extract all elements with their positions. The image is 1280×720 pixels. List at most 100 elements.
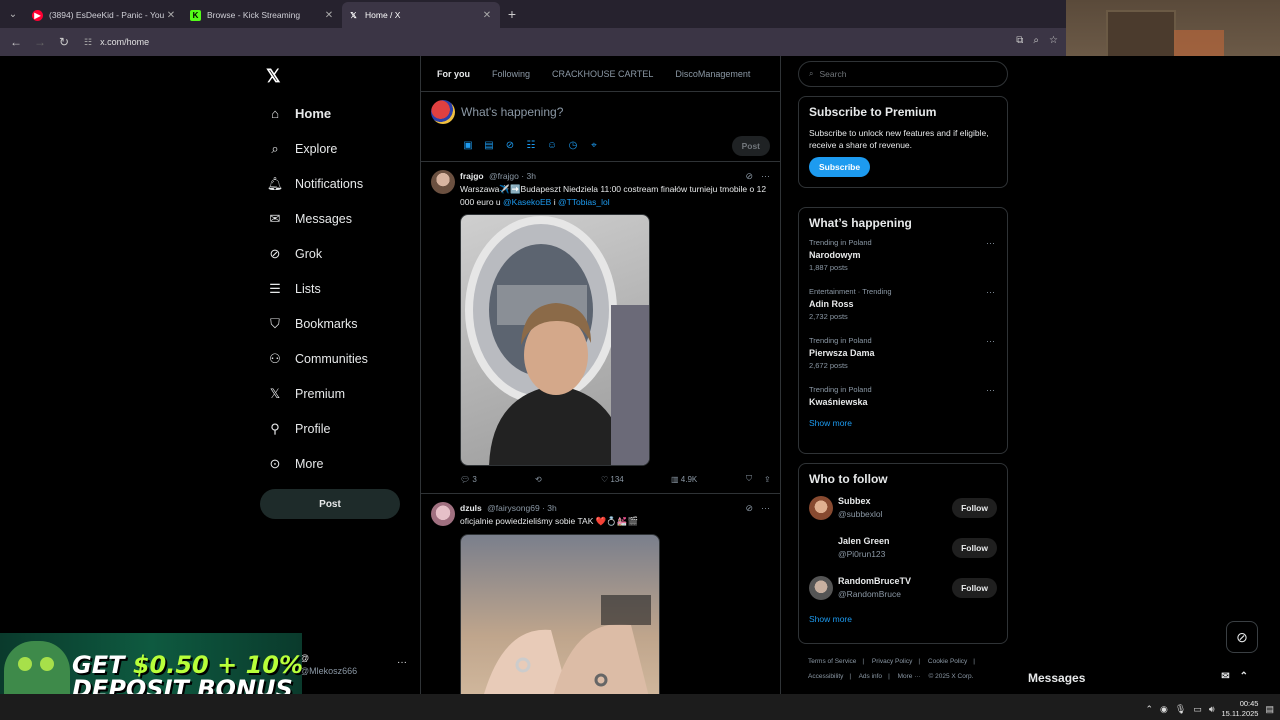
clock[interactable]: 00:45 15.11.2025	[1222, 699, 1259, 719]
close-tab-icon[interactable]: ✕	[322, 10, 336, 21]
trend-item[interactable]: Trending in Poland Pierwsza Dama 2,672 p…	[809, 336, 997, 385]
notifications-icon[interactable]: ▤	[1265, 704, 1274, 715]
compose-post-button[interactable]: Post	[731, 136, 770, 156]
tab-discomanagement[interactable]: DiscoManagement	[675, 69, 750, 79]
views-button[interactable]: ▥ 4.9K	[671, 475, 746, 484]
tweet-time[interactable]: · 3h	[521, 171, 536, 181]
close-tab-icon[interactable]: ✕	[480, 10, 494, 21]
show-more-link[interactable]: Show more	[809, 418, 997, 428]
compose-input[interactable]: What's happening?	[461, 105, 563, 119]
back-arrow-icon[interactable]: ←	[4, 35, 28, 49]
more-icon[interactable]: ···	[986, 238, 995, 248]
forward-arrow-icon[interactable]: →	[28, 35, 52, 49]
tab-crackhouse-cartel[interactable]: CRACKHOUSE CARTEL	[552, 69, 653, 79]
discord-icon[interactable]: ◉	[1160, 704, 1168, 715]
url-field[interactable]: ☷ x.com/home	[84, 37, 149, 48]
follow-suggestion[interactable]: RandomBruceTV @RandomBruce Follow	[809, 574, 997, 614]
install-app-icon[interactable]: ⧉	[1016, 35, 1023, 46]
subscribe-button[interactable]: Subscribe	[809, 157, 871, 177]
account-more-icon[interactable]: ···	[397, 657, 407, 668]
footer-link[interactable]: Cookie Policy	[928, 658, 967, 665]
emoji-icon[interactable]: ☺	[545, 140, 559, 151]
repost-button[interactable]: ⟲	[535, 475, 601, 484]
footer-link[interactable]: More ···	[898, 673, 921, 680]
footer-link[interactable]: Ads info	[859, 673, 883, 680]
grok-icon[interactable]: ⊘	[745, 503, 753, 514]
location-icon[interactable]: ⌖	[587, 140, 601, 151]
avatar[interactable]	[431, 502, 455, 526]
site-info-icon[interactable]: ☷	[84, 37, 92, 48]
nav-item-grok[interactable]: ⊘ Grok	[266, 236, 368, 271]
chevron-up-icon[interactable]: ⌃	[1145, 704, 1153, 715]
tweet-author-handle[interactable]: @frajgo	[489, 171, 519, 181]
more-icon[interactable]: ···	[986, 287, 995, 297]
close-tab-icon[interactable]: ✕	[164, 10, 178, 21]
more-icon[interactable]: ···	[986, 385, 995, 395]
post-button[interactable]: Post	[260, 489, 400, 519]
nav-item-profile[interactable]: ⚲ Profile	[266, 411, 368, 446]
nav-item-bookmarks[interactable]: ⛉ Bookmarks	[266, 306, 368, 341]
nav-item-messages[interactable]: ✉ Messages	[266, 201, 368, 236]
avatar[interactable]	[809, 496, 833, 520]
browser-tab-kick[interactable]: K Browse - Kick Streaming ✕	[184, 2, 342, 28]
bookmark-icon[interactable]: ⛉	[746, 474, 764, 484]
tweet-photo[interactable]	[460, 214, 650, 466]
grok-icon[interactable]: ⊘	[745, 171, 753, 182]
more-icon[interactable]: ···	[761, 171, 770, 182]
share-icon[interactable]: ⇪	[764, 475, 771, 484]
trend-item[interactable]: Trending in Poland Kwaśniewska ···	[809, 385, 997, 418]
mention-link[interactable]: @KasekoEB	[503, 197, 551, 207]
follow-button[interactable]: Follow	[952, 498, 997, 518]
follow-suggestion[interactable]: Jalen Green @Pi0run123 Follow	[809, 534, 997, 574]
footer-link[interactable]: Privacy Policy	[872, 658, 912, 665]
tab-for-you[interactable]: For you	[421, 69, 470, 79]
follow-button[interactable]: Follow	[952, 538, 997, 558]
mention-link[interactable]: @TTobias_lol	[558, 197, 610, 207]
nav-item-home[interactable]: ⌂ Home	[266, 96, 368, 131]
follow-suggestion[interactable]: Subbex @subbexlol Follow	[809, 494, 997, 534]
x-logo-icon[interactable]: 𝕏	[266, 66, 281, 87]
poll-icon[interactable]: ☷	[524, 140, 538, 151]
nav-item-explore[interactable]: ⌕ Explore	[266, 131, 368, 166]
new-message-icon[interactable]: ✉	[1221, 671, 1229, 682]
avatar[interactable]	[809, 576, 833, 600]
bookmark-star-icon[interactable]: ☆	[1049, 35, 1058, 46]
expand-icon[interactable]: ⌃	[1240, 671, 1248, 682]
zoom-icon[interactable]: ⌕	[1033, 35, 1039, 46]
grok-icon[interactable]: ⊘	[503, 140, 517, 151]
nav-item-lists[interactable]: ☰ Lists	[266, 271, 368, 306]
more-icon[interactable]: ···	[986, 336, 995, 346]
messages-drawer[interactable]: Messages ✉ ⌃	[1018, 662, 1258, 694]
reply-button[interactable]: 💬︎ 3	[460, 475, 535, 484]
tweet-time[interactable]: · 3h	[542, 503, 557, 513]
trend-item[interactable]: Entertainment · Trending Adin Ross 2,732…	[809, 287, 997, 336]
nav-item-communities[interactable]: ⚇ Communities	[266, 341, 368, 376]
nav-item-more[interactable]: ⊙ More	[266, 446, 368, 481]
reload-icon[interactable]: ↻	[52, 35, 76, 49]
tab-following[interactable]: Following	[492, 69, 530, 79]
gif-icon[interactable]: ▤	[482, 140, 496, 151]
tweet[interactable]: dzuls @fairysong69 · 3h ⊘ ··· oficjalnie…	[421, 494, 780, 694]
follow-button[interactable]: Follow	[952, 578, 997, 598]
nav-item-notifications[interactable]: 🔔︎ Notifications	[266, 166, 368, 201]
footer-link[interactable]: Accessibility	[808, 673, 843, 680]
tweet-author-handle[interactable]: @fairysong69	[487, 503, 540, 513]
tab-search-chevron-icon[interactable]: ⌄	[0, 0, 26, 28]
schedule-icon[interactable]: ◷	[566, 140, 580, 151]
search-input[interactable]: ⌕ Search	[798, 61, 1008, 87]
tweet-author-name[interactable]: frajgo	[460, 171, 484, 181]
trend-item[interactable]: Trending in Poland Narodowym 1,887 posts…	[809, 238, 997, 287]
new-tab-button[interactable]: +	[500, 6, 524, 22]
microphone-icon[interactable]: 🎙︎	[1175, 704, 1186, 715]
tweet-photo[interactable]	[460, 534, 660, 694]
network-icon[interactable]: ▭	[1193, 704, 1202, 715]
footer-link[interactable]: Terms of Service	[808, 658, 856, 665]
more-icon[interactable]: ···	[761, 503, 770, 514]
avatar[interactable]	[431, 170, 455, 194]
avatar[interactable]	[809, 536, 833, 560]
avatar[interactable]	[431, 100, 455, 124]
browser-tab-youtube[interactable]: ▶ (3894) EsDeeKid - Panic - YouTu ✕	[26, 2, 184, 28]
show-more-link[interactable]: Show more	[809, 614, 997, 624]
volume-icon[interactable]: 🔊︎	[1209, 704, 1215, 715]
like-button[interactable]: ♡ 134	[601, 475, 671, 484]
